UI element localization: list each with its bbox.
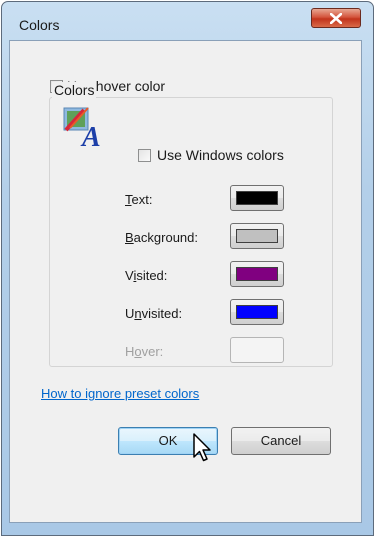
cancel-button[interactable]: Cancel	[231, 427, 331, 455]
title-bar[interactable]: Colors	[2, 2, 373, 40]
text-color-label: Text:	[125, 192, 153, 207]
visited-color-button[interactable]	[230, 261, 284, 287]
svg-text:A: A	[80, 122, 101, 148]
close-button[interactable]	[311, 8, 361, 28]
colors-group-title: Colors	[52, 82, 97, 98]
how-to-ignore-preset-colors-link[interactable]: How to ignore preset colors	[41, 386, 199, 401]
hover-color-button[interactable]	[230, 337, 284, 363]
use-windows-colors-checkbox[interactable]	[138, 149, 151, 162]
unvisited-color-button[interactable]	[230, 299, 284, 325]
text-color-swatch	[236, 191, 278, 205]
background-color-swatch	[236, 229, 278, 243]
colors-palette-icon: A	[63, 107, 101, 148]
unvisited-color-label: Unvisited:	[125, 306, 183, 321]
unvisited-color-swatch	[236, 305, 278, 319]
mouse-pointer-icon	[193, 433, 211, 462]
use-windows-colors-label[interactable]: Use Windows colors	[157, 147, 284, 163]
background-color-button[interactable]	[230, 223, 284, 249]
visited-color-label: Visited:	[125, 268, 168, 283]
close-icon	[330, 13, 342, 24]
window-title: Colors	[19, 17, 60, 33]
hover-color-label: Hover:	[125, 344, 164, 359]
text-color-button[interactable]	[230, 185, 284, 211]
visited-color-swatch	[236, 267, 278, 281]
background-color-label: Background:	[125, 230, 198, 245]
